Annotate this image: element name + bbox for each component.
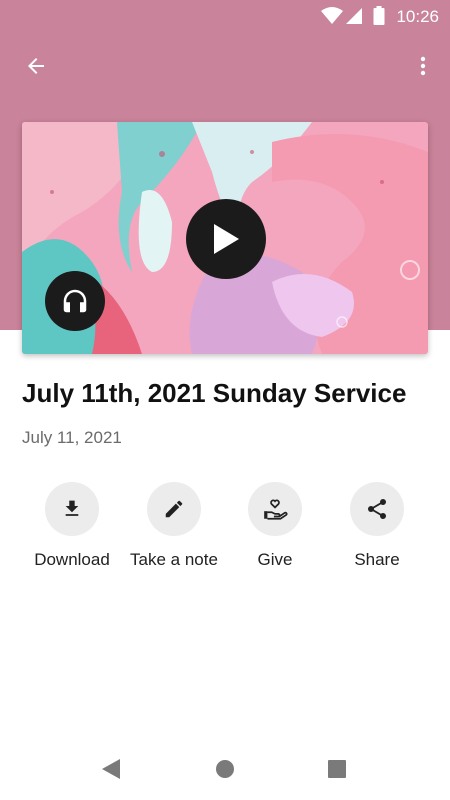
share-circle xyxy=(350,482,404,536)
take-note-label: Take a note xyxy=(130,550,218,569)
share-icon xyxy=(368,499,386,519)
give-label: Give xyxy=(257,550,293,569)
media-thumbnail[interactable] xyxy=(22,122,428,354)
system-nav-bar xyxy=(0,740,450,800)
arrow-left-icon xyxy=(28,58,44,74)
home-circle-icon[interactable] xyxy=(215,758,235,780)
more-options-button[interactable] xyxy=(405,48,441,84)
battery-icon xyxy=(373,6,385,25)
page-title: July 11th, 2021 Sunday Service xyxy=(22,378,407,408)
give-hand-heart-icon xyxy=(264,499,288,520)
status-time: 10:26 xyxy=(396,7,439,26)
pencil-icon xyxy=(165,500,183,518)
share-label: Share xyxy=(354,550,400,569)
download-icon xyxy=(65,500,79,516)
status-bar: 10:26 xyxy=(0,0,450,32)
share-button[interactable]: Share xyxy=(327,482,427,570)
give-circle xyxy=(248,482,302,536)
give-button[interactable]: Give xyxy=(225,482,325,570)
sermon-date: July 11, 2021 xyxy=(22,428,122,447)
audio-button[interactable] xyxy=(45,271,105,331)
download-label: Download xyxy=(34,550,110,569)
download-button[interactable]: Download xyxy=(22,482,122,570)
back-triangle-icon[interactable] xyxy=(101,758,121,780)
wifi-icon xyxy=(321,7,343,24)
back-button[interactable] xyxy=(18,48,54,84)
take-note-button[interactable]: Take a note xyxy=(124,482,224,570)
headphones-icon xyxy=(63,289,87,313)
take-note-circle xyxy=(147,482,201,536)
signal-icon xyxy=(346,8,362,24)
recents-square-icon[interactable] xyxy=(327,758,347,780)
more-vertical-icon xyxy=(420,56,426,76)
download-circle xyxy=(45,482,99,536)
action-row: Download Take a note Give Share xyxy=(22,482,428,582)
play-button[interactable] xyxy=(186,199,266,279)
play-icon xyxy=(214,224,239,254)
